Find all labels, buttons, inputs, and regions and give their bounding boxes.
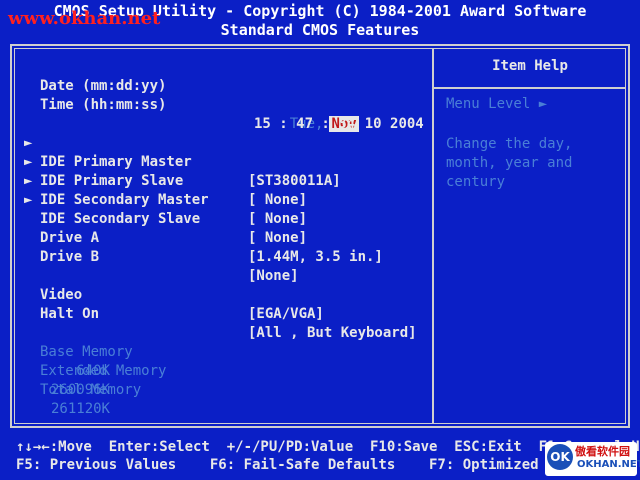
ide-primary-master-row[interactable]: ► IDE Primary Master [ST380011A] [0,115,430,189]
drive-b-row[interactable]: Drive B [None] [0,229,430,284]
total-memory-label: Total Memory [40,382,142,398]
drive-a-value[interactable]: [1.44M, 3.5 in.] [248,248,383,267]
ide-primary-slave-row[interactable]: ► IDE Primary Slave [ None] [0,134,430,208]
okhan-logo-text: OKHAN.NET [577,459,640,470]
video-value[interactable]: [EGA/VGA] [248,305,324,324]
ide-secondary-slave-row[interactable]: ► IDE Secondary Slave [ None] [0,172,430,246]
total-memory-row: Total Memory 261120K [0,362,430,417]
menu-level-arrow-icon: ► [538,96,548,112]
total-memory-value: 261120K [50,401,110,417]
watermark: www.okhan.net [8,8,161,29]
extended-memory-row: Extended Memory 260096K [0,343,430,398]
halt-on-label: Halt On [40,306,100,322]
video-row[interactable]: Video [EGA/VGA] [0,267,430,322]
date-row[interactable]: Date (mm:dd:yy) Tue, Nov 10 2004 [0,58,430,132]
help-text: Change the day, month, year and century [446,136,573,190]
halt-on-row[interactable]: Halt On [All , But Keyboard] [0,286,430,341]
submenu-arrow-icon: ► [24,192,33,208]
panel-divider [432,48,434,424]
drive-a-row[interactable]: Drive A [1.44M, 3.5 in.] [0,210,430,265]
help-divider [434,87,626,89]
okhan-logo: OK 傲看软件园 OKHAN.NET [545,442,640,476]
time-row[interactable]: Time (hh:mm:ss) 15 : 47 : 34 [0,77,430,132]
menu-level-label: Menu Level [446,96,531,112]
key-help-line-2: F5: Previous Values F6: Fail-Safe Defaul… [16,457,615,473]
ide-primary-slave-value[interactable]: [ None] [248,191,307,210]
ide-secondary-master-row[interactable]: ► IDE Secondary Master [ None] [0,153,430,227]
item-help-title: Item Help [492,58,568,74]
okhan-logo-icon: OK [547,444,573,470]
menu-level-indicator: Menu Level ► [446,96,547,112]
okhan-logo-text-cn: 傲看软件园 [575,445,630,458]
drive-b-label: Drive B [40,249,100,265]
ide-secondary-master-label: IDE Secondary Master [40,192,209,208]
time-label: Time (hh:mm:ss) [40,97,167,113]
base-memory-row: Base Memory 640K [0,324,430,379]
